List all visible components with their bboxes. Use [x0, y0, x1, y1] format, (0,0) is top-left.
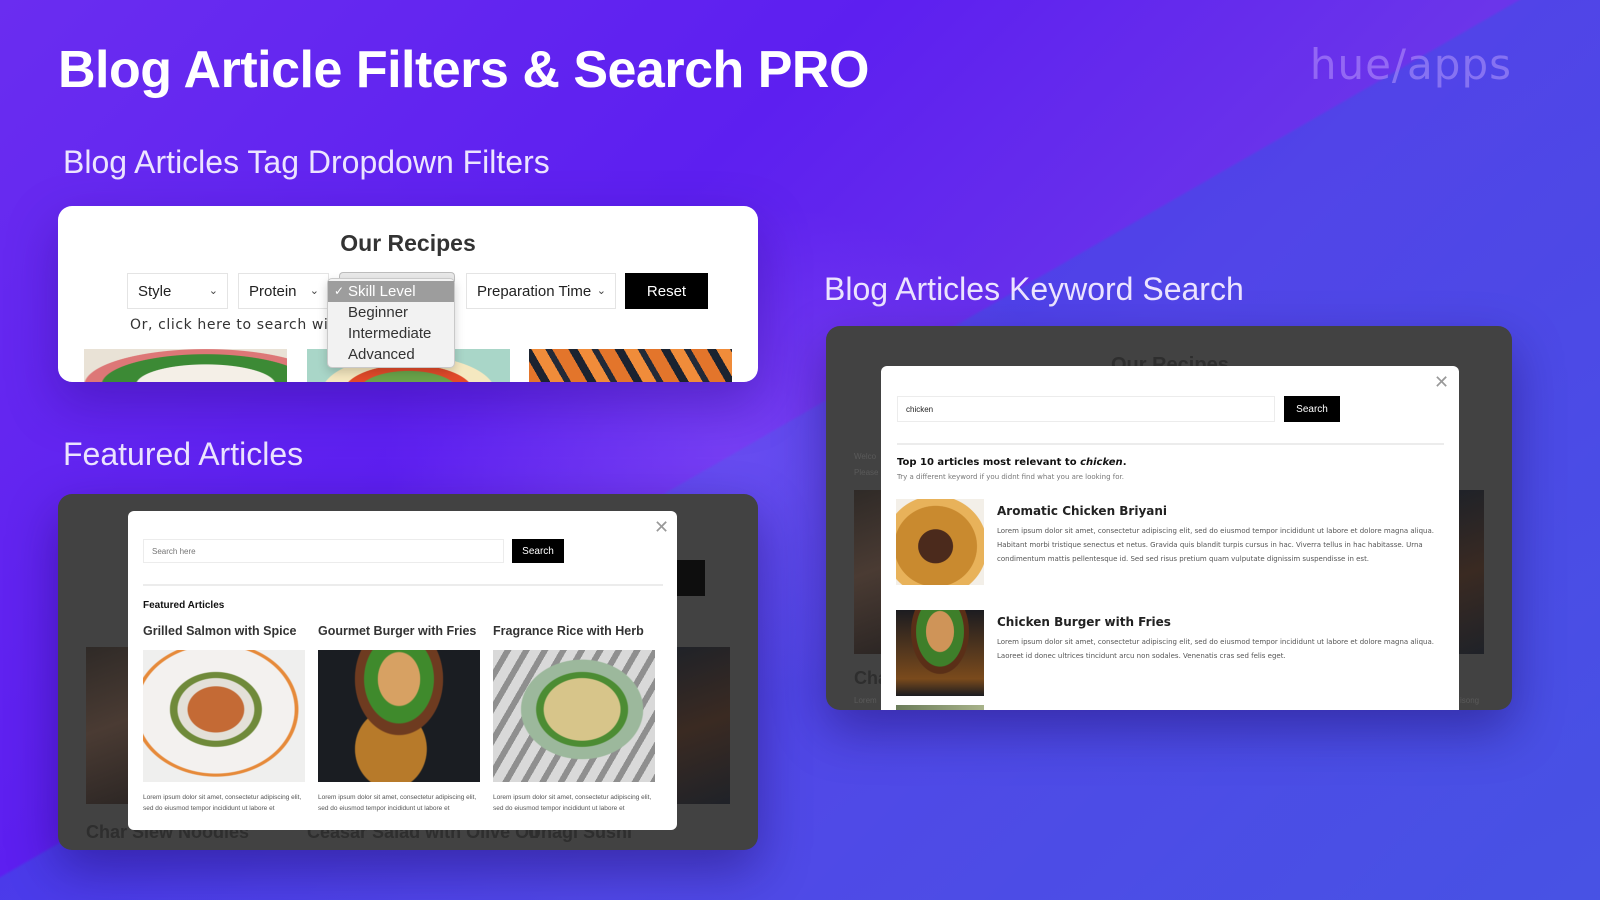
- recipe-thumbnail[interactable]: [529, 349, 732, 382]
- featured-articles-panel: Char Siew Noodles Ceasar Salad with Oliv…: [58, 494, 758, 850]
- dropdown-option-advanced[interactable]: Advanced: [328, 344, 454, 365]
- divider: [143, 584, 663, 586]
- result-excerpt: Lorem ipsum dolor sit amet, consectetur …: [997, 638, 1434, 660]
- search-input[interactable]: [143, 539, 504, 563]
- background-recipe-image: [1458, 490, 1484, 654]
- reset-button[interactable]: Reset: [625, 273, 708, 309]
- result-image[interactable]: [896, 499, 984, 585]
- article-excerpt: Lorem ipsum dolor sit amet, consectetur …: [318, 794, 477, 812]
- article-title[interactable]: Fragrance Rice with Herb: [493, 624, 655, 638]
- results-keyword: chicken: [1080, 457, 1123, 468]
- recipes-heading: Our Recipes: [340, 230, 476, 256]
- check-icon: ✓: [334, 284, 345, 298]
- search-button[interactable]: Search: [512, 539, 564, 563]
- search-input[interactable]: [897, 396, 1275, 422]
- results-title-suffix: .: [1122, 457, 1127, 468]
- search-button[interactable]: Search: [1284, 396, 1340, 422]
- chevron-down-icon: ⌄: [208, 285, 218, 297]
- style-filter-select[interactable]: Style ⌄: [127, 273, 228, 309]
- keyword-search-panel: Our Recipes Welco Please Cha Lorem isong…: [826, 326, 1512, 710]
- result-title[interactable]: Chicken Burger with Fries: [997, 615, 1171, 629]
- section-title-featured: Featured Articles: [63, 436, 304, 472]
- chevron-down-icon: ⌄: [309, 285, 319, 297]
- article-title[interactable]: Grilled Salmon with Spice: [143, 624, 305, 638]
- article-excerpt: Lorem ipsum dolor sit amet, consectetur …: [143, 794, 302, 812]
- protein-filter-select[interactable]: Protein ⌄: [238, 273, 329, 309]
- featured-article-card[interactable]: Grilled Salmon with Spice Lorem ipsum do…: [143, 624, 305, 814]
- background-recipe-image: [670, 647, 730, 804]
- featured-article-card[interactable]: Gourmet Burger with Fries Lorem ipsum do…: [318, 624, 480, 814]
- protein-filter-label: Protein: [249, 282, 297, 300]
- brand-logo: hue/apps: [1309, 40, 1512, 89]
- background-text: Please: [854, 468, 879, 477]
- results-subtitle: Try a different keyword if you didnt fin…: [897, 473, 1124, 481]
- article-image[interactable]: [318, 650, 480, 782]
- section-title-keyword-search: Blog Articles Keyword Search: [824, 271, 1244, 307]
- featured-articles-label: Featured Articles: [143, 600, 225, 611]
- article-image[interactable]: [143, 650, 305, 782]
- keyword-search-modal: ✕ Search Top 10 articles most relevant t…: [881, 366, 1459, 710]
- page-title: Blog Article Filters & Search PRO: [58, 41, 869, 99]
- result-excerpt: Lorem ipsum dolor sit amet, consectetur …: [997, 527, 1434, 563]
- dropdown-option-skill-level[interactable]: ✓ Skill Level: [328, 281, 454, 302]
- preparation-time-filter-select[interactable]: Preparation Time ⌄: [466, 273, 616, 309]
- featured-article-card[interactable]: Fragrance Rice with Herb Lorem ipsum dol…: [493, 624, 655, 814]
- preparation-time-filter-label: Preparation Time: [477, 282, 592, 300]
- article-title[interactable]: Gourmet Burger with Fries: [318, 624, 480, 638]
- article-excerpt: Lorem ipsum dolor sit amet, consectetur …: [493, 794, 652, 812]
- search-hint-link[interactable]: Or, click here to search wi: [130, 317, 328, 333]
- result-title[interactable]: Aromatic Chicken Briyani: [997, 504, 1167, 518]
- recipe-thumbnail[interactable]: [84, 349, 287, 382]
- skill-level-dropdown-menu: ✓ Skill Level Beginner Intermediate Adva…: [327, 278, 455, 368]
- featured-search-modal: ✕ Search Featured Articles Grilled Salmo…: [128, 511, 677, 830]
- article-image[interactable]: [493, 650, 655, 782]
- divider: [897, 443, 1444, 445]
- dropdown-option-intermediate[interactable]: Intermediate: [328, 323, 454, 344]
- section-title-tag-filters: Blog Articles Tag Dropdown Filters: [63, 144, 550, 180]
- dropdown-option-beginner[interactable]: Beginner: [328, 302, 454, 323]
- close-icon[interactable]: ✕: [654, 517, 669, 538]
- tag-filters-panel: Our Recipes Style ⌄ Protein ⌄ Preparatio…: [58, 206, 758, 382]
- background-text: Welco: [854, 452, 877, 461]
- chevron-down-icon: ⌄: [596, 285, 606, 297]
- style-filter-label: Style: [138, 282, 172, 300]
- results-title-prefix: Top 10 articles most relevant to: [897, 457, 1081, 468]
- background-text: isong: [1460, 696, 1480, 705]
- result-image[interactable]: [896, 610, 984, 696]
- dropdown-option-label: Skill Level: [348, 283, 416, 300]
- result-image[interactable]: [896, 705, 984, 710]
- results-title: Top 10 articles most relevant to chicken…: [897, 457, 1127, 468]
- close-icon[interactable]: ✕: [1434, 372, 1449, 393]
- background-recipe-image: [854, 490, 884, 654]
- background-text: Lorem: [854, 696, 877, 705]
